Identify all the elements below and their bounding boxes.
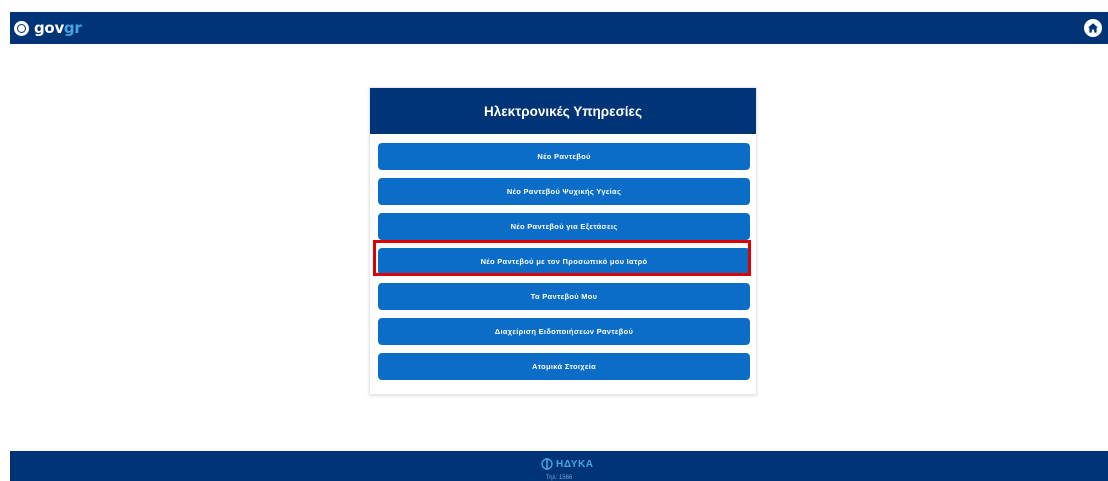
idika-mark-icon (541, 458, 553, 470)
new-mental-health-appointment-button[interactable]: Νέο Ραντεβού Ψυχικής Υγείας (378, 178, 750, 205)
new-exam-appointment-button[interactable]: Νέο Ραντεβού για Εξετάσεις (378, 213, 750, 240)
services-card: Ηλεκτρονικές Υπηρεσίες Νέο Ραντεβού Νέο … (369, 87, 757, 395)
top-bar: govgr (10, 12, 1108, 44)
logo-gr: gr (63, 19, 82, 37)
idika-logo: ΗΔΥΚΑ (541, 457, 594, 471)
home-button[interactable] (1084, 19, 1102, 37)
new-personal-doctor-appointment-button[interactable]: Νέο Ραντεβού με τον Προσωπικό μου Ιατρό (378, 248, 750, 275)
card-header: Ηλεκτρονικές Υπηρεσίες (370, 88, 756, 134)
personal-info-button[interactable]: Ατομικά Στοιχεία (378, 353, 750, 380)
card-title: Ηλεκτρονικές Υπηρεσίες (484, 103, 642, 119)
appointment-notifications-button[interactable]: Διαχείριση Ειδοποιήσεων Ραντεβού (378, 318, 750, 345)
new-appointment-button[interactable]: Νέο Ραντεβού (378, 143, 750, 170)
footer-subtext: Τηλ: 1566 (546, 475, 573, 481)
services-menu: Νέο Ραντεβού Νέο Ραντεβού Ψυχικής Υγείας… (378, 143, 750, 388)
footer: ΗΔΥΚΑ Τηλ: 1566 (10, 451, 1108, 481)
footer-logo-text: ΗΔΥΚΑ (556, 458, 594, 470)
logo-gov: gov (34, 19, 64, 37)
my-appointments-button[interactable]: Τα Ραντεβού Μου (378, 283, 750, 310)
govgr-logo[interactable]: govgr (14, 18, 82, 38)
home-icon (1088, 23, 1098, 33)
emblem-icon (14, 20, 29, 36)
logo-text: govgr (34, 18, 82, 38)
